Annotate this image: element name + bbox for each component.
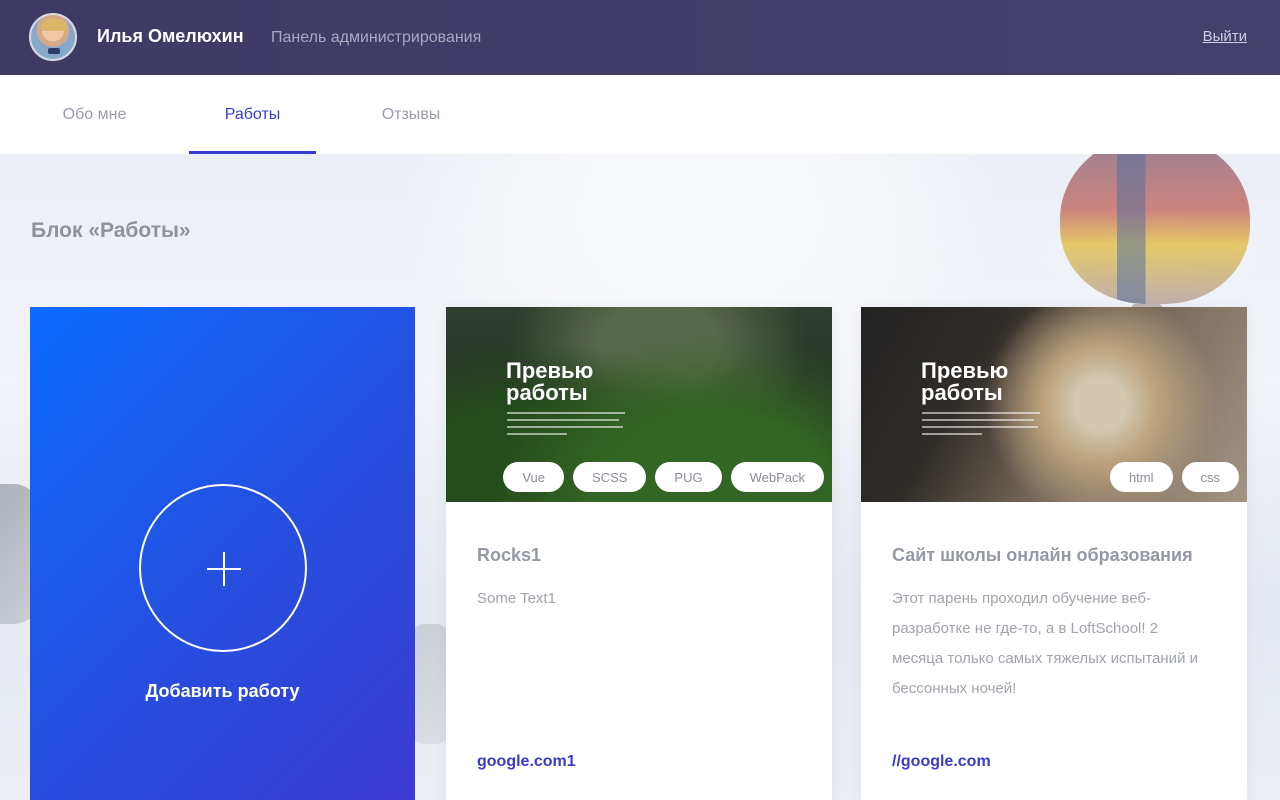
content-area: Блок «Работы» Добавить работу Превью раб… (0, 154, 1280, 800)
preview-title: Превью работы (921, 358, 1009, 405)
add-work-label: Добавить работу (145, 681, 300, 701)
work-description: Этот парень проходил обучение веб-разраб… (892, 590, 1198, 697)
tab-works[interactable]: Работы (189, 75, 316, 154)
tab-about[interactable]: Обо мне (0, 75, 189, 154)
preview-placeholder-text (922, 412, 1040, 440)
work-title: Rocks1 (477, 545, 542, 565)
tag: PUG (655, 462, 722, 492)
plus-icon-vertical (223, 552, 225, 586)
work-card: Превью работы Vue SCSS PUG WebPack Rocks… (446, 307, 832, 800)
work-card-body: Rocks1 Some Text1 (477, 542, 797, 614)
user-name: Илья Омелюхин (97, 26, 244, 46)
tab-reviews[interactable]: Отзывы (316, 75, 506, 154)
section-title: Блок «Работы» (31, 219, 191, 242)
work-preview-image: Превью работы html css (861, 307, 1247, 502)
work-card: Превью работы html css Сайт школы онлайн… (861, 307, 1247, 800)
avatar (29, 13, 77, 61)
work-title: Сайт школы онлайн образования (892, 545, 1193, 565)
tag: SCSS (573, 462, 647, 492)
work-card-body: Сайт школы онлайн образования Этот парен… (892, 542, 1212, 704)
avatar-hair (41, 19, 67, 31)
tag: Vue (503, 462, 565, 492)
work-preview-image: Превью работы Vue SCSS PUG WebPack (446, 307, 832, 502)
panel-title: Панель администрирования (271, 29, 482, 46)
tag: WebPack (730, 462, 824, 492)
work-link[interactable]: google.com1 (477, 753, 576, 771)
app-header: Илья Омелюхин Панель администрирования В… (0, 0, 1280, 75)
tag-list: Vue SCSS PUG WebPack (503, 462, 824, 492)
background-balloon (1060, 154, 1250, 304)
add-work-card[interactable]: Добавить работу (30, 307, 415, 800)
work-link[interactable]: //google.com (892, 753, 991, 771)
preview-placeholder-text (507, 412, 625, 440)
preview-title: Превью работы (506, 358, 594, 405)
logout-link[interactable]: Выйти (1203, 28, 1247, 45)
tag: css (1181, 462, 1239, 492)
work-description: Some Text1 (477, 590, 556, 607)
add-work-button[interactable] (139, 484, 307, 652)
avatar-bowtie (48, 48, 60, 54)
tag-list: html css (1109, 462, 1239, 492)
tab-bar: Обо мне Работы Отзывы (0, 75, 1280, 154)
tag: html (1109, 462, 1173, 492)
